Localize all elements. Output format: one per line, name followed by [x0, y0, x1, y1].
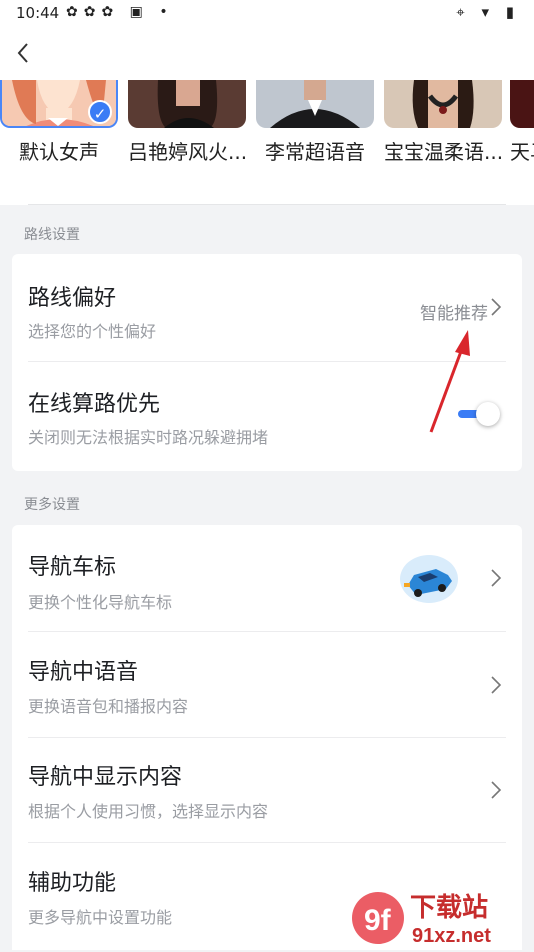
voice-item[interactable]: 吕艳婷风火... [128, 80, 246, 165]
nav-display-row[interactable]: 导航中显示内容 根据个人使用习惯，选择显示内容 [12, 738, 522, 843]
row-title: 导航中显示内容 [28, 759, 182, 791]
back-button[interactable] [12, 38, 34, 68]
watermark-domain: 91xz.net [412, 925, 491, 947]
voice-name: 宝宝温柔语... [384, 136, 502, 165]
divider [28, 204, 506, 205]
chevron-right-icon [490, 674, 502, 702]
row-title: 辅助功能 [28, 865, 116, 897]
car-icon [400, 555, 458, 603]
voice-name: 默认女声 [0, 136, 118, 165]
online-routing-row: 在线算路优先 关闭则无法根据实时路况躲避拥堵 [12, 362, 522, 471]
status-app-icons: ✿✿✿ ▣ • [66, 4, 174, 20]
voice-item[interactable]: 李常超语音 [256, 80, 374, 165]
online-routing-toggle[interactable] [458, 402, 500, 426]
voice-item[interactable]: 宝宝温柔语... [384, 80, 502, 165]
row-title: 在线算路优先 [28, 386, 160, 418]
chevron-right-icon [490, 779, 502, 807]
voice-item[interactable]: 天马 [510, 80, 534, 165]
row-subtitle: 更换个性化导航车标 [28, 589, 172, 613]
voice-name: 李常超语音 [256, 136, 374, 165]
row-title: 路线偏好 [28, 280, 116, 312]
top-bar [0, 28, 534, 80]
watermark-brand: 下载站 [410, 893, 488, 923]
chevron-left-icon [12, 38, 34, 68]
row-subtitle: 选择您的个性偏好 [28, 318, 156, 342]
voice-avatar [384, 80, 502, 128]
voice-carousel[interactable]: ✓ 默认女声 吕艳婷风火... 李常超语音 [0, 80, 534, 205]
route-settings-card: 路线偏好 选择您的个性偏好 智能推荐 在线算路优先 关闭则无法根据实时路况躲避拥… [12, 254, 522, 471]
status-right-icons: ⌖ ▾ ▮ [456, 3, 520, 21]
row-subtitle: 更多导航中设置功能 [28, 904, 172, 928]
row-title: 导航车标 [28, 549, 116, 581]
watermark: 9f 下载站 91xz.net [350, 886, 530, 948]
status-bar: 10:44 ✿✿✿ ▣ • ⌖ ▾ ▮ [0, 0, 534, 28]
row-subtitle: 关闭则无法根据实时路况躲避拥堵 [28, 424, 268, 448]
nav-voice-row[interactable]: 导航中语音 更换语音包和播报内容 [12, 632, 522, 738]
chevron-right-icon [490, 296, 502, 324]
voice-item-default[interactable]: ✓ 默认女声 [0, 80, 118, 165]
row-subtitle: 根据个人使用习惯，选择显示内容 [28, 798, 268, 822]
section-title-route: 路线设置 [24, 224, 80, 244]
voice-name: 天马 [510, 136, 534, 165]
toggle-knob [476, 402, 500, 426]
voice-avatar [510, 80, 534, 128]
status-time: 10:44 [16, 4, 59, 22]
route-preference-value: 智能推荐 [420, 299, 488, 324]
route-preference-row[interactable]: 路线偏好 选择您的个性偏好 智能推荐 [12, 254, 522, 362]
selected-check-icon: ✓ [88, 100, 112, 124]
voice-avatar [256, 80, 374, 128]
watermark-logo: 9f [364, 904, 392, 937]
row-subtitle: 更换语音包和播报内容 [28, 693, 188, 717]
voice-avatar [128, 80, 246, 128]
row-title: 导航中语音 [28, 654, 138, 686]
voice-name: 吕艳婷风火... [128, 136, 246, 165]
nav-car-icon-row[interactable]: 导航车标 更换个性化导航车标 [12, 525, 522, 632]
voice-avatar: ✓ [0, 80, 118, 128]
chevron-right-icon [490, 567, 502, 595]
section-title-more: 更多设置 [24, 494, 80, 514]
